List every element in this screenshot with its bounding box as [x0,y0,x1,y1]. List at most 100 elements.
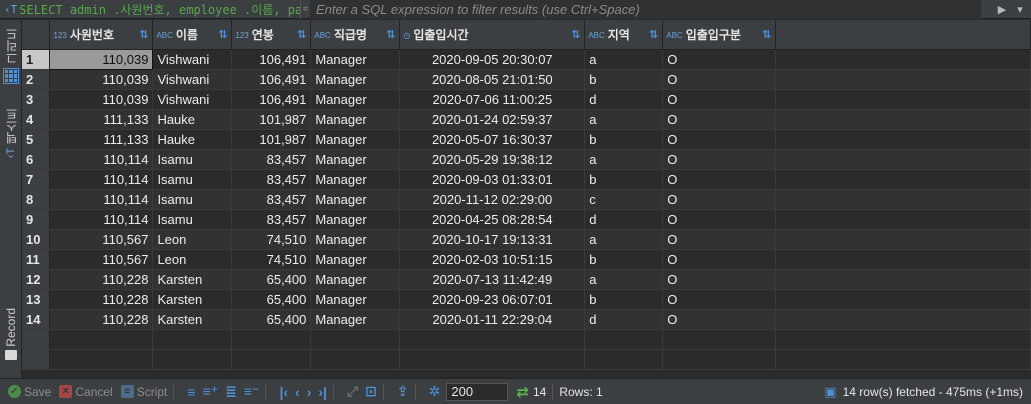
sort-filter-icon[interactable]: ⇅ [571,28,580,41]
table-cell[interactable]: 2020-01-24 02:59:37 [399,109,586,130]
table-cell[interactable]: 110,039 [49,48,154,70]
table-cell[interactable]: Manager [310,169,401,190]
column-header[interactable]: 123 사원번호 ⇅ [49,20,154,50]
apply-filter-icon[interactable]: ▶ [995,3,1009,16]
sort-filter-icon[interactable]: ⇅ [386,28,395,41]
table-cell[interactable]: 65,400 [231,309,312,330]
table-cell[interactable]: Karsten [152,309,233,330]
table-cell[interactable]: b [584,69,664,90]
table-cell[interactable]: 65,400 [231,289,312,310]
table-cell[interactable]: Manager [310,249,401,270]
table-cell[interactable]: Isamu [152,149,233,170]
table-cell[interactable]: 110,114 [49,169,154,190]
column-header[interactable]: ◷ 입출입시간 ⇅ [399,20,586,50]
tab-grid[interactable]: 그리드 [0,28,22,88]
table-cell[interactable]: 106,491 [231,89,312,110]
table-cell[interactable]: 65,400 [231,269,312,290]
table-cell[interactable]: Karsten [152,269,233,290]
sort-filter-icon[interactable]: ⇅ [218,28,227,41]
table-cell[interactable]: Manager [310,289,401,310]
table-row[interactable]: 3 110,039 Vishwani 106,491 Manager 2020-07-06… [22,89,1031,110]
table-cell[interactable]: a [584,109,664,130]
table-cell[interactable]: Manager [310,209,401,230]
table-row[interactable]: 4 111,133 Hauke 101,987 Manager 2020-01-24 02… [22,109,1031,130]
tab-text[interactable]: 텍스트 ‹T [0,108,22,180]
table-cell[interactable]: 111,133 [49,109,154,130]
column-header[interactable]: ABC 이름 ⇅ [152,20,233,50]
table-row[interactable]: 7 110,114 Isamu 83,457 Manager 2020-09-03 01:… [22,169,1031,190]
table-cell[interactable]: Manager [310,269,401,290]
table-cell[interactable]: O [662,229,777,250]
filter-menu-icon[interactable]: ▾ [1013,3,1027,16]
table-cell[interactable]: a [584,229,664,250]
sort-filter-icon[interactable]: ⇅ [649,28,658,41]
table-cell[interactable]: Vishwani [152,89,233,110]
table-cell[interactable]: 110,228 [49,269,154,290]
link-icon[interactable]: ⤢ [347,383,358,400]
tab-record[interactable]: Record [0,308,22,376]
table-row[interactable]: 5 111,133 Hauke 101,987 Manager 2020-05-07 16… [22,129,1031,150]
table-cell[interactable]: Manager [310,109,401,130]
table-cell[interactable]: Hauke [152,129,233,150]
table-cell[interactable]: 101,987 [231,129,312,150]
column-header[interactable]: ABC 직급명 ⇅ [310,20,401,50]
copy-row-icon[interactable]: ≣ [225,383,237,400]
table-row[interactable]: 6 110,114 Isamu 83,457 Manager 2020-05-29 19:… [22,149,1031,170]
table-cell[interactable]: 110,114 [49,189,154,210]
table-cell[interactable]: a [584,49,664,70]
table-row[interactable]: 2 110,039 Vishwani 106,491 Manager 2020-08-05… [22,69,1031,90]
table-cell[interactable]: 2020-05-29 19:38:12 [399,149,586,170]
row-number-header[interactable] [22,20,51,50]
table-row[interactable]: 12 110,228 Karsten 65,400 Manager 2020-07-13 … [22,269,1031,290]
row-number[interactable]: 11 [22,249,51,270]
table-cell[interactable]: O [662,89,777,110]
row-number[interactable]: 2 [22,69,51,90]
table-cell[interactable]: O [662,269,777,290]
sort-filter-icon[interactable]: ⇅ [139,28,148,41]
delete-row-icon[interactable]: ≡⁻ [244,383,260,400]
table-cell[interactable]: Manager [310,49,401,70]
table-cell[interactable]: Manager [310,129,401,150]
row-number[interactable]: 10 [22,229,51,250]
table-cell[interactable]: Isamu [152,189,233,210]
row-number[interactable]: 3 [22,89,51,110]
table-cell[interactable]: O [662,49,777,70]
table-cell[interactable]: Manager [310,189,401,210]
table-cell[interactable]: Leon [152,249,233,270]
table-cell[interactable]: 83,457 [231,209,312,230]
table-cell[interactable]: 2020-09-03 01:33:01 [399,169,586,190]
table-cell[interactable]: O [662,69,777,90]
table-cell[interactable]: Manager [310,229,401,250]
table-cell[interactable]: 74,510 [231,249,312,270]
table-cell[interactable]: b [584,169,664,190]
column-header[interactable]: 123 연봉 ⇅ [231,20,312,50]
table-cell[interactable]: c [584,189,664,210]
table-row[interactable]: 11 110,567 Leon 74,510 Manager 2020-02-03 10:… [22,249,1031,270]
row-number[interactable]: 4 [22,109,51,130]
row-number[interactable]: 1 [22,49,51,70]
column-header[interactable]: ABC 입출입구분 ⇅ [662,20,777,50]
add-row-icon[interactable]: ≡⁺ [203,383,219,400]
table-row[interactable]: 14 110,228 Karsten 65,400 Manager 2020-01-11 … [22,309,1031,330]
table-cell[interactable]: O [662,209,777,230]
script-button[interactable]: ≡ Script [120,385,167,399]
table-cell[interactable]: Hauke [152,109,233,130]
table-cell[interactable]: Vishwani [152,49,233,70]
table-cell[interactable]: 110,114 [49,209,154,230]
table-cell[interactable]: Karsten [152,289,233,310]
row-number[interactable]: 6 [22,149,51,170]
row-number[interactable]: 8 [22,189,51,210]
previous-page-icon[interactable]: ‹ [295,384,300,400]
table-cell[interactable]: 2020-09-05 20:30:07 [399,49,586,70]
row-number[interactable]: 7 [22,169,51,190]
table-cell[interactable]: 111,133 [49,129,154,150]
table-cell[interactable]: 2020-05-07 16:30:37 [399,129,586,150]
table-cell[interactable]: 110,567 [49,229,154,250]
table-cell[interactable]: d [584,209,664,230]
table-cell[interactable]: 83,457 [231,169,312,190]
table-row[interactable]: 1 110,039 Vishwani 106,491 Manager 2020-09-05… [22,48,1031,70]
table-cell[interactable]: d [584,89,664,110]
table-cell[interactable]: 74,510 [231,229,312,250]
table-cell[interactable]: Leon [152,229,233,250]
table-cell[interactable]: 110,114 [49,149,154,170]
